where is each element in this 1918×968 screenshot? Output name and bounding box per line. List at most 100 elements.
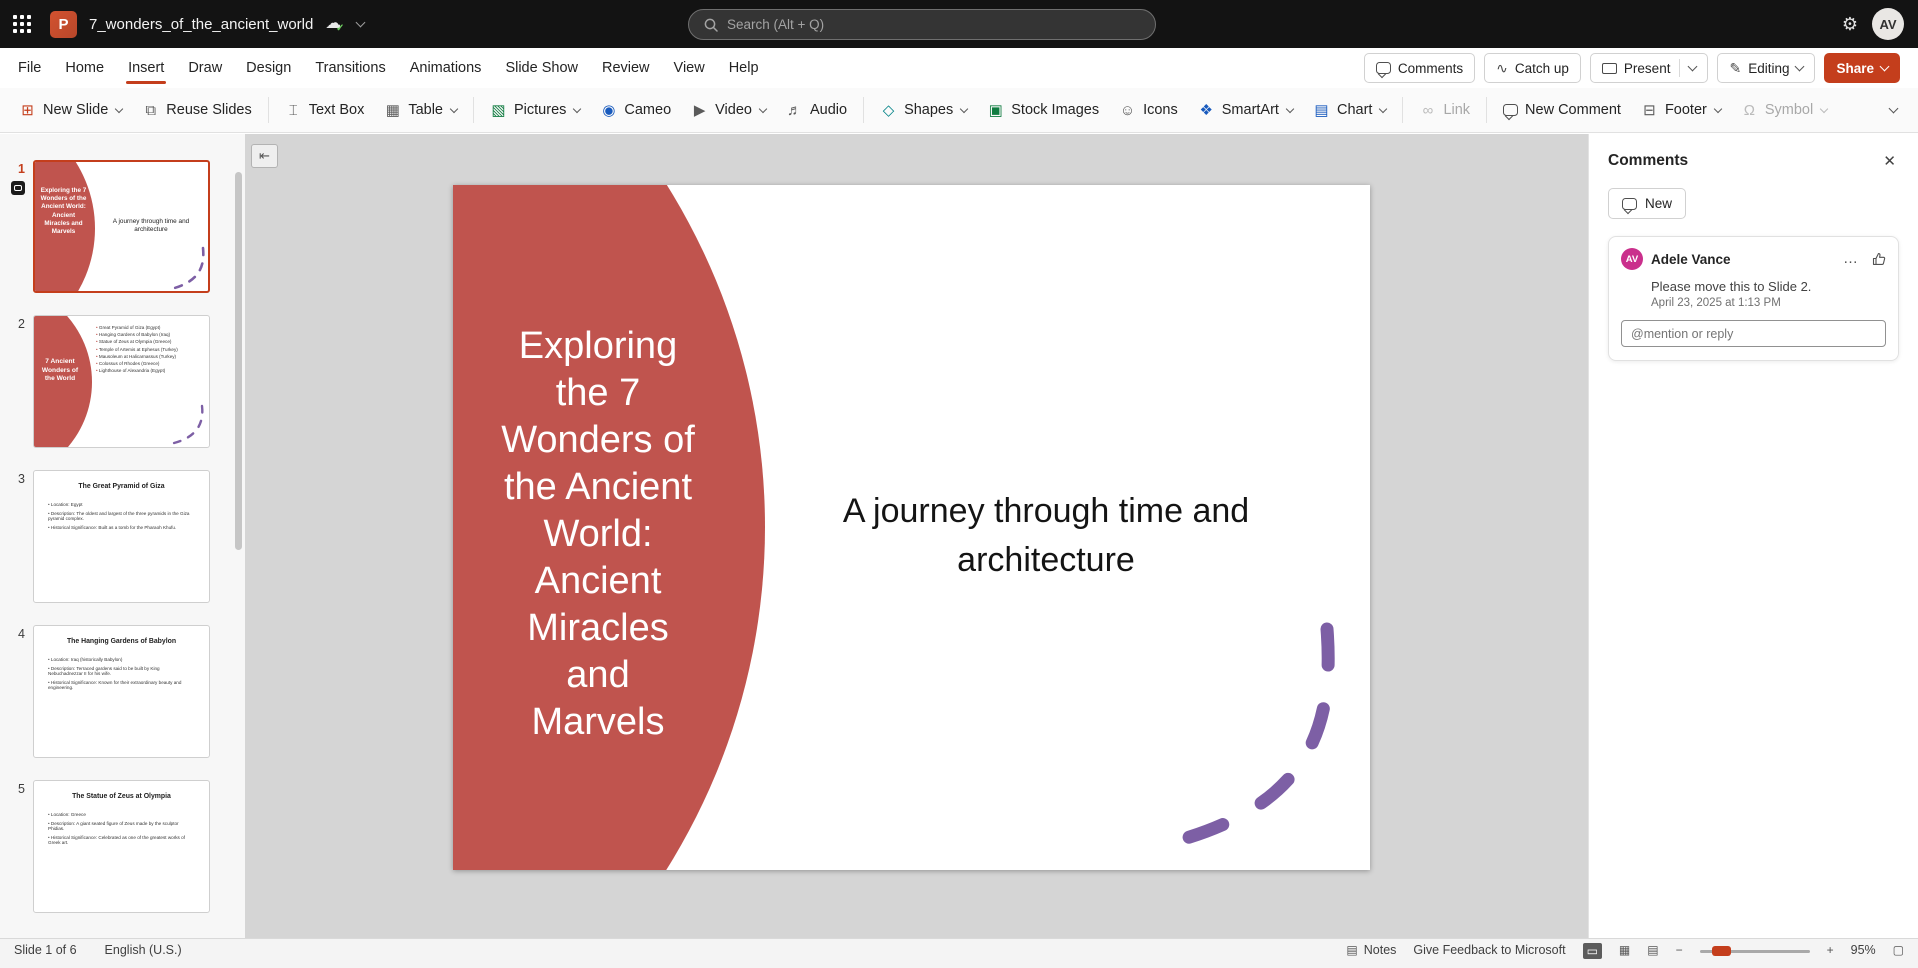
document-title[interactable]: 7_wonders_of_the_ancient_world <box>89 16 313 33</box>
chevron-down-icon <box>1714 104 1722 112</box>
title-chevron-down-icon[interactable] <box>356 18 366 28</box>
chevron-down-icon <box>1820 104 1828 112</box>
like-icon[interactable] <box>1872 252 1886 266</box>
saved-cloud-icon: ☁ ✓ <box>325 16 341 32</box>
comment-author-avatar: AV <box>1621 248 1643 270</box>
ribbon-label: Chart <box>1337 102 1372 118</box>
cameo-button[interactable]: ◉ Cameo <box>591 94 680 127</box>
divider <box>1486 97 1487 123</box>
collapse-thumbnails-button[interactable]: ⇤ <box>251 144 278 168</box>
divider <box>863 97 864 123</box>
tab-design[interactable]: Design <box>234 48 303 88</box>
more-options-icon[interactable]: … <box>1843 256 1859 262</box>
purple-dashes-shape[interactable] <box>453 185 1370 870</box>
comments-pane-title: Comments <box>1608 152 1688 170</box>
footer-button[interactable]: ⊟ Footer <box>1632 94 1730 127</box>
ribbon-label: Pictures <box>514 102 566 118</box>
bullet: Description: The oldest and largest of t… <box>48 511 190 522</box>
new-slide-icon: ⊞ <box>19 103 36 118</box>
tab-home[interactable]: Home <box>53 48 116 88</box>
tab-slide-show[interactable]: Slide Show <box>493 48 590 88</box>
slide-1-thumbnail[interactable]: Exploring the 7 Wonders of the Ancient W… <box>33 160 210 293</box>
powerpoint-logo-icon[interactable]: P <box>50 11 77 38</box>
zoom-slider-thumb[interactable] <box>1712 946 1731 956</box>
shapes-button[interactable]: ◇ Shapes <box>871 94 976 127</box>
notes-label: Notes <box>1364 943 1397 957</box>
text-box-icon: ⌶ <box>285 103 302 118</box>
feedback-link[interactable]: Give Feedback to Microsoft <box>1413 943 1565 957</box>
language-selector[interactable]: English (U.S.) <box>105 943 182 957</box>
text-box-button[interactable]: ⌶ Text Box <box>276 94 374 127</box>
zoom-out-button[interactable]: − <box>1676 943 1683 957</box>
search-box[interactable] <box>688 9 1156 40</box>
zoom-level[interactable]: 95% <box>1851 943 1876 957</box>
settings-gear-icon[interactable]: ⚙ <box>1842 14 1858 35</box>
tab-help[interactable]: Help <box>717 48 771 88</box>
slide-5-thumbnail[interactable]: The Statue of Zeus at Olympia Location: … <box>33 780 210 913</box>
pencil-icon: ✎ <box>1729 61 1741 75</box>
thumb-title: The Hanging Gardens of Babylon <box>34 638 209 645</box>
comment-badge[interactable] <box>11 181 25 195</box>
audio-button[interactable]: ♬ Audio <box>777 94 856 127</box>
menu-bar: File Home Insert Draw Design Transitions… <box>0 48 1918 88</box>
tab-file[interactable]: File <box>6 48 53 88</box>
comments-button[interactable]: Comments <box>1364 53 1475 83</box>
tab-animations[interactable]: Animations <box>398 48 494 88</box>
ribbon-label: Text Box <box>309 102 365 118</box>
editing-mode-button[interactable]: ✎ Editing <box>1717 53 1815 83</box>
smartart-button[interactable]: ❖ SmartArt <box>1189 94 1302 127</box>
cameo-icon: ◉ <box>600 103 617 118</box>
video-button[interactable]: ▶ Video <box>682 94 775 127</box>
icons-icon: ☺ <box>1119 103 1136 118</box>
thumbnail-row-3: 3 The Great Pyramid of Giza Location: Eg… <box>0 470 210 603</box>
bullet: Description: Terraced gardens said to be… <box>48 666 190 677</box>
audio-icon: ♬ <box>786 103 803 118</box>
tab-draw[interactable]: Draw <box>176 48 234 88</box>
catch-up-button[interactable]: ∿ Catch up <box>1484 53 1581 83</box>
normal-view-button[interactable]: ▭ <box>1583 943 1602 959</box>
thumbnail-row-2: 2 7 Ancient Wonders of the World Great P… <box>0 315 210 448</box>
slide-sorter-view-button[interactable]: ▦ <box>1619 943 1630 957</box>
slide-thumbnail-panel: 1 Exploring the 7 Wonders of the Ancient… <box>0 134 245 938</box>
tab-review[interactable]: Review <box>590 48 662 88</box>
slide-4-thumbnail[interactable]: The Hanging Gardens of Babylon Location:… <box>33 625 210 758</box>
slide-2-thumbnail[interactable]: 7 Ancient Wonders of the World Great Pyr… <box>33 315 210 448</box>
stock-images-icon: ▣ <box>987 103 1004 118</box>
search-input[interactable] <box>727 17 1140 32</box>
new-comment-button[interactable]: New Comment <box>1494 94 1630 127</box>
ribbon-label: New Slide <box>43 102 108 118</box>
tab-transitions[interactable]: Transitions <box>303 48 397 88</box>
zoom-slider[interactable] <box>1700 950 1810 953</box>
reading-view-button[interactable]: ▤ <box>1647 943 1658 957</box>
present-chevron-down-icon[interactable] <box>1688 62 1698 72</box>
close-icon[interactable]: ✕ <box>1880 149 1899 173</box>
notes-toggle[interactable]: ▤ Notes <box>1346 943 1396 957</box>
reuse-slides-button[interactable]: ⧉ Reuse Slides <box>133 94 260 127</box>
tab-view[interactable]: View <box>662 48 717 88</box>
ribbon-label: Footer <box>1665 102 1707 118</box>
comment-author-name: Adele Vance <box>1651 252 1731 267</box>
slide-3-thumbnail[interactable]: The Great Pyramid of Giza Location: Egyp… <box>33 470 210 603</box>
slide-editor[interactable]: Exploring the 7 Wonders of the Ancient W… <box>453 185 1370 870</box>
comment-icon <box>1376 62 1391 74</box>
ribbon-collapse-button[interactable] <box>1878 95 1908 125</box>
new-slide-button[interactable]: ⊞ New Slide <box>10 94 131 127</box>
new-comment-pane-button[interactable]: New <box>1608 188 1686 219</box>
fit-to-window-button[interactable]: ▢ <box>1893 943 1904 957</box>
app-launcher-button[interactable] <box>0 0 44 48</box>
stock-images-button[interactable]: ▣ Stock Images <box>978 94 1108 127</box>
present-button[interactable]: Present <box>1590 53 1709 83</box>
bullet: Location: Greece <box>48 812 190 818</box>
comment-card[interactable]: AV Adele Vance … Please move this to Sli… <box>1608 236 1899 361</box>
comment-reply-input[interactable] <box>1621 320 1886 347</box>
pictures-button[interactable]: ▧ Pictures <box>481 94 589 127</box>
account-avatar[interactable]: AV <box>1872 8 1904 40</box>
table-button[interactable]: ▦ Table <box>375 94 466 127</box>
zoom-in-button[interactable]: + <box>1827 943 1834 957</box>
thumbnail-scrollbar[interactable] <box>235 172 242 550</box>
tab-insert[interactable]: Insert <box>116 48 176 88</box>
icons-button[interactable]: ☺ Icons <box>1110 94 1187 127</box>
share-button[interactable]: Share <box>1824 53 1900 83</box>
chart-button[interactable]: ▤ Chart <box>1304 94 1395 127</box>
thumb-title: The Great Pyramid of Giza <box>34 483 209 490</box>
